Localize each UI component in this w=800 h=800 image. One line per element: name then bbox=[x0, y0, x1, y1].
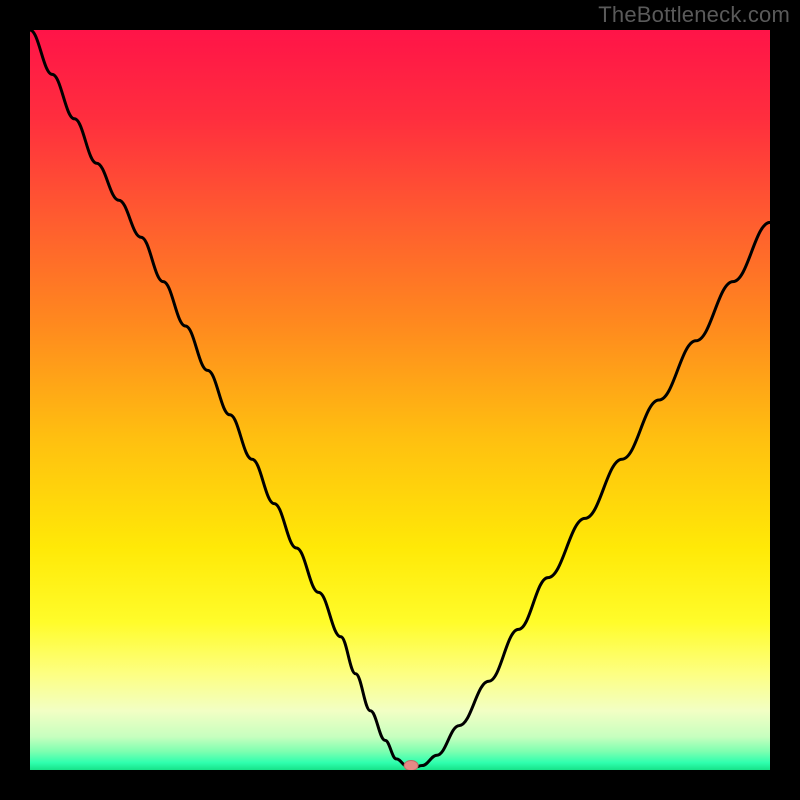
plot-area bbox=[30, 30, 770, 770]
chart-svg bbox=[30, 30, 770, 770]
minimum-marker bbox=[404, 761, 418, 770]
watermark-text: TheBottleneck.com bbox=[598, 2, 790, 28]
chart-frame: TheBottleneck.com bbox=[0, 0, 800, 800]
